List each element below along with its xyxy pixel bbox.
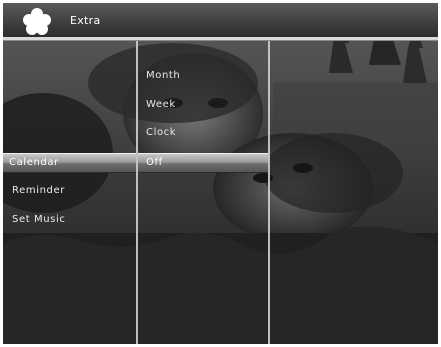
screen-title: Extra — [70, 14, 101, 27]
option-label: Off — [146, 157, 163, 168]
menu-item-calendar[interactable]: Calendar — [3, 153, 136, 173]
menu-item-label: Calendar — [9, 157, 59, 168]
menu-item-set-music[interactable]: Set Music — [12, 214, 65, 225]
flower-logo-icon — [23, 8, 51, 35]
background-photo — [3, 3, 438, 344]
menu-item-reminder[interactable]: Reminder — [12, 185, 65, 196]
photo-frame-screen: Extra Calendar Reminder Set Music Month … — [3, 3, 438, 344]
option-month[interactable]: Month — [146, 70, 180, 81]
option-clock[interactable]: Clock — [146, 127, 176, 138]
option-off[interactable]: Off — [138, 153, 268, 173]
column-divider-right — [268, 41, 270, 344]
option-week[interactable]: Week — [146, 99, 176, 110]
title-divider-shadow — [3, 40, 438, 41]
column-divider-left — [136, 41, 138, 344]
title-bar — [3, 3, 438, 39]
